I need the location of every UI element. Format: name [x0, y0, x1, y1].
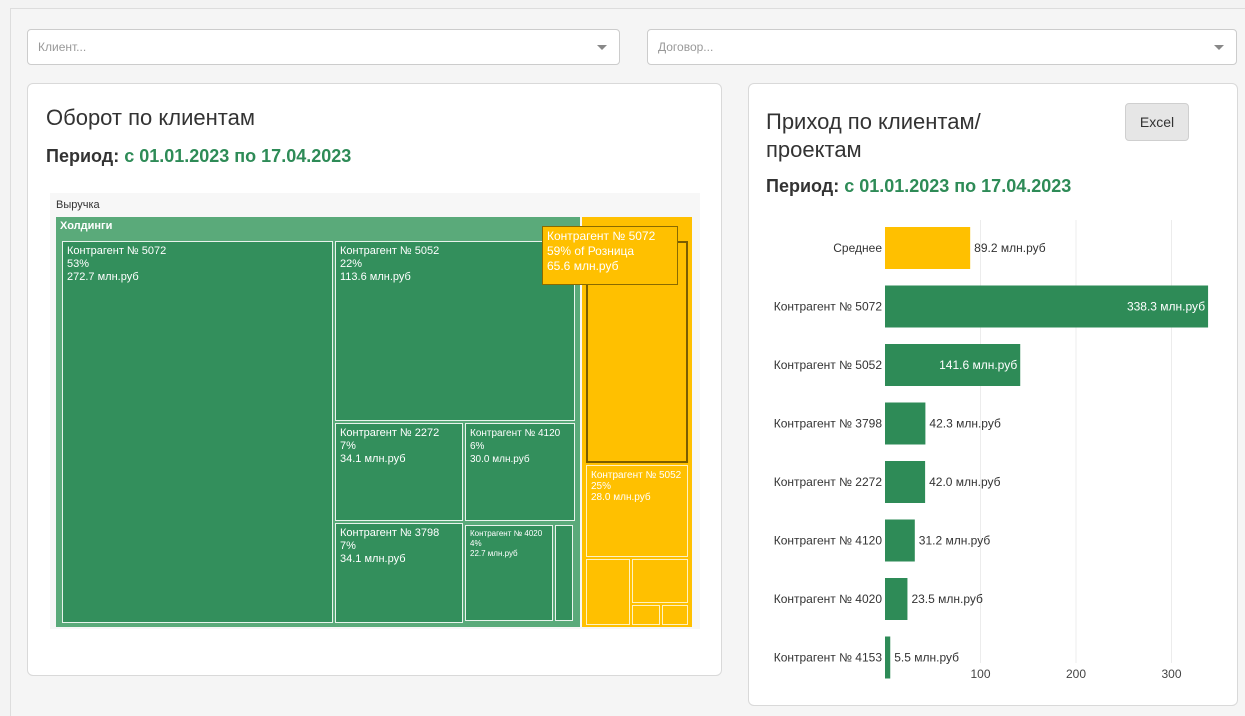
x-tick-label: 300 [1161, 667, 1181, 681]
bar [885, 578, 908, 620]
node-name: Контрагент № 4120 [470, 428, 561, 439]
value-label: 42.0 млн.руб [929, 475, 1001, 489]
bar [885, 227, 971, 269]
node-value: 28.0 млн.руб [591, 492, 651, 503]
x-tick-label: 200 [1066, 667, 1086, 681]
treemap-node-small[interactable] [632, 559, 688, 603]
income-title-line1: Приход по клиентам/ [766, 109, 981, 134]
node-name: Контрагент № 4020 [470, 529, 543, 538]
category-label: Контрагент № 4120 [774, 534, 883, 548]
income-period: Период: с 01.01.2023 по 17.04.2023 [766, 176, 1071, 197]
node-name: Контрагент № 5052 [340, 245, 440, 257]
bar [885, 636, 891, 679]
client-select-placeholder: Клиент... [38, 40, 87, 54]
node-pct: 7% [340, 440, 356, 452]
period-value: с 01.01.2023 по 17.04.2023 [844, 176, 1072, 196]
treemap-node[interactable]: Контрагент № 3798 7% 34.1 млн.руб [335, 523, 463, 623]
value-label: 338.3 млн.руб [1127, 300, 1205, 314]
bar [885, 461, 926, 503]
bar [885, 402, 926, 445]
treemap-node[interactable]: Контрагент № 2272 7% 34.1 млн.руб [335, 423, 463, 521]
treemap-node[interactable]: Контрагент № 5072 53% 272.7 млн.руб [62, 241, 333, 623]
contract-select-placeholder: Договор... [658, 40, 714, 54]
treemap-node[interactable]: Контрагент № 4020 4% 22.7 млн.руб [465, 525, 553, 621]
tooltip-line1: Контрагент № 5072 [547, 229, 656, 243]
value-label: 141.6 млн.руб [939, 358, 1017, 372]
value-label: 31.2 млн.руб [919, 534, 991, 548]
income-title: Приход по клиентам/ проектам [766, 108, 981, 164]
value-label: 42.3 млн.руб [929, 417, 1001, 431]
node-name: Контрагент № 5052 [591, 470, 682, 481]
treemap-node-small[interactable] [662, 605, 688, 625]
bar [885, 519, 915, 562]
turnover-title: Оборот по клиентам [46, 105, 255, 130]
node-value: 272.7 млн.руб [67, 271, 139, 283]
treemap-tooltip: Контрагент № 5072 59% of Розница 65.6 мл… [542, 226, 678, 285]
node-pct: 4% [470, 539, 482, 548]
x-tick-label: 100 [970, 667, 990, 681]
treemap-node[interactable]: Контрагент № 4120 6% 30.0 млн.руб [465, 423, 575, 521]
contract-select[interactable]: Договор... [647, 29, 1237, 65]
category-label: Контрагент № 5072 [774, 300, 883, 314]
treemap[interactable]: Выручка Холдинги Контрагент № 5072 53% 2… [50, 193, 700, 629]
category-label: Контрагент № 5052 [774, 358, 883, 372]
value-label: 23.5 млн.руб [911, 592, 983, 606]
client-select[interactable]: Клиент... [27, 29, 620, 65]
category-label: Среднее [833, 241, 882, 255]
node-name: Контрагент № 5072 [67, 245, 167, 257]
node-pct: 6% [470, 441, 485, 452]
node-value: 34.1 млн.руб [340, 453, 406, 465]
node-value: 34.1 млн.руб [340, 553, 406, 565]
category-label: Контрагент № 3798 [774, 417, 883, 431]
period-label: Период: [46, 146, 120, 166]
chevron-down-icon [597, 45, 607, 50]
node-name: Контрагент № 3798 [340, 527, 440, 539]
node-name: Контрагент № 2272 [340, 427, 440, 439]
node-value: 22.7 млн.руб [470, 549, 518, 558]
value-label: 5.5 млн.руб [894, 651, 959, 665]
treemap-node-small[interactable] [555, 525, 573, 621]
node-value: 113.6 млн.руб [340, 271, 411, 283]
category-label: Контрагент № 2272 [774, 475, 883, 489]
tooltip-line3: 65.6 млн.руб [547, 259, 619, 273]
income-title-line2: проектам [766, 137, 862, 162]
treemap-node[interactable]: Контрагент № 5052 25% 28.0 млн.руб [586, 465, 688, 557]
category-label: Контрагент № 4153 [774, 651, 883, 665]
treemap-node-small[interactable] [632, 605, 660, 625]
excel-export-button[interactable]: Excel [1125, 103, 1189, 141]
treemap-group-label: Холдинги [60, 220, 113, 232]
period-value: с 01.01.2023 по 17.04.2023 [124, 146, 352, 166]
income-bar-chart: 100 200 300 Среднее 89.2 млн.руб Контрагент №… [774, 220, 1209, 681]
tooltip-line2: 59% of Розница [547, 244, 635, 258]
value-label: 89.2 млн.руб [974, 241, 1046, 255]
treemap-node-small[interactable] [586, 559, 630, 625]
node-pct: 25% [591, 481, 612, 492]
treemap-root-label: Выручка [56, 199, 100, 211]
node-pct: 22% [340, 258, 363, 270]
node-pct: 7% [340, 540, 356, 552]
treemap-node[interactable]: Контрагент № 5052 22% 113.6 млн.руб [335, 241, 575, 421]
period-label: Период: [766, 176, 840, 196]
node-pct: 53% [67, 258, 90, 270]
turnover-period: Период: с 01.01.2023 по 17.04.2023 [46, 146, 351, 167]
chevron-down-icon [1214, 45, 1224, 50]
node-value: 30.0 млн.руб [470, 454, 530, 465]
category-label: Контрагент № 4020 [774, 592, 883, 606]
